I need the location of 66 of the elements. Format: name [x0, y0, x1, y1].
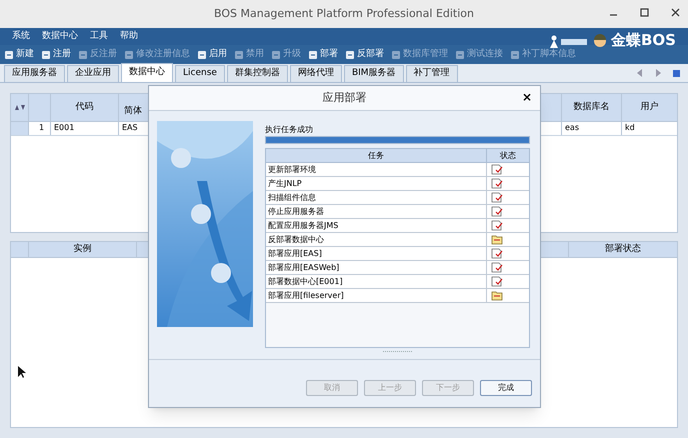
column-header: 用户 — [640, 100, 660, 114]
column-header: 实例 — [29, 242, 137, 257]
tab[interactable]: 群集控制器 — [226, 65, 288, 82]
cursor-icon — [18, 366, 26, 378]
column-header: 数据库名 — [562, 94, 622, 121]
status-text: 执行任务成功 — [265, 124, 314, 136]
toolbar-button[interactable]: 反部署 — [345, 48, 384, 62]
table-cell: 更新部署环境 — [266, 163, 487, 176]
tab[interactable]: 网络代理 — [290, 65, 342, 82]
tab[interactable]: 应用服务器 — [4, 65, 65, 82]
table-cell: 反部署数据中心 — [266, 233, 487, 246]
table-cell: 扫描组件信息 — [266, 191, 487, 204]
toolbar-icon — [197, 50, 207, 60]
tab[interactable]: 企业应用 — [67, 65, 119, 82]
mascot-icon — [593, 34, 607, 48]
toolbar-button[interactable]: 启用 — [197, 48, 227, 62]
tab[interactable]: 数据中心 — [121, 63, 173, 82]
column-header: 状态 — [499, 150, 517, 162]
table-cell: E001 — [51, 122, 119, 135]
folder-icon — [491, 234, 503, 245]
table-cell-text: kd — [624, 122, 636, 134]
close-icon[interactable] — [671, 8, 680, 17]
menu-item[interactable]: 数据中心 — [42, 30, 78, 44]
toolbar-icon — [41, 50, 51, 60]
toolbar-icon — [345, 50, 355, 60]
toolbar-icon — [271, 50, 281, 60]
table-cell: 产生JNLP — [266, 177, 487, 190]
toolbar-button[interactable]: 注册 — [41, 48, 71, 62]
toolbar-icon — [308, 50, 318, 60]
menu-item[interactable]: 工具 — [90, 30, 108, 44]
toolbar-icon — [234, 50, 244, 60]
menu-item[interactable]: 系统 — [12, 30, 30, 44]
toolbar-icon — [4, 50, 14, 60]
toolbar-icon — [78, 50, 88, 60]
column-header: 代码 — [51, 94, 119, 121]
toolbar-icon — [391, 50, 401, 60]
resize-grip-icon — [382, 350, 412, 353]
tab[interactable]: 补丁管理 — [406, 65, 458, 82]
column-header: 任务 — [266, 149, 487, 162]
dialog-button[interactable]: 完成 — [480, 380, 532, 396]
table-cell: eas — [562, 122, 622, 135]
table-cell: 部署数据中心[E001] — [266, 275, 487, 288]
menu-item[interactable]: 帮助 — [120, 30, 138, 44]
table-cell: 配置应用服务器JMS — [266, 219, 487, 232]
list-icon[interactable] — [673, 70, 680, 76]
toolbar-icon — [455, 50, 465, 60]
window-title: BOS Management Platform Professional Edition — [214, 6, 474, 22]
tab[interactable]: License — [175, 65, 225, 82]
people-logo-icon — [549, 34, 589, 48]
toolbar-icon — [510, 50, 520, 60]
tab[interactable]: BIM服务器 — [344, 65, 404, 82]
maximize-icon[interactable] — [640, 8, 649, 17]
table-cell: 部署应用[EAS] — [266, 247, 487, 260]
close-button[interactable]: × — [522, 91, 532, 103]
column-header: 部署状态 — [604, 242, 642, 256]
table-cell: 停止应用服务器 — [266, 205, 487, 218]
brand-logo: 金蝶BOS — [611, 30, 676, 52]
table-cell: 部署应用[EASWeb] — [266, 261, 487, 274]
sort-icon[interactable] — [14, 105, 24, 110]
dialog-title: 应用部署 — [322, 90, 366, 106]
toolbar-icon — [124, 50, 134, 60]
toolbar-button[interactable]: 部署 — [308, 48, 338, 62]
toolbar-button[interactable]: 新建 — [4, 48, 34, 62]
table-cell: 部署应用[fileserver] — [266, 289, 487, 302]
folder-icon — [491, 290, 503, 301]
row-number: 1 — [29, 122, 51, 135]
